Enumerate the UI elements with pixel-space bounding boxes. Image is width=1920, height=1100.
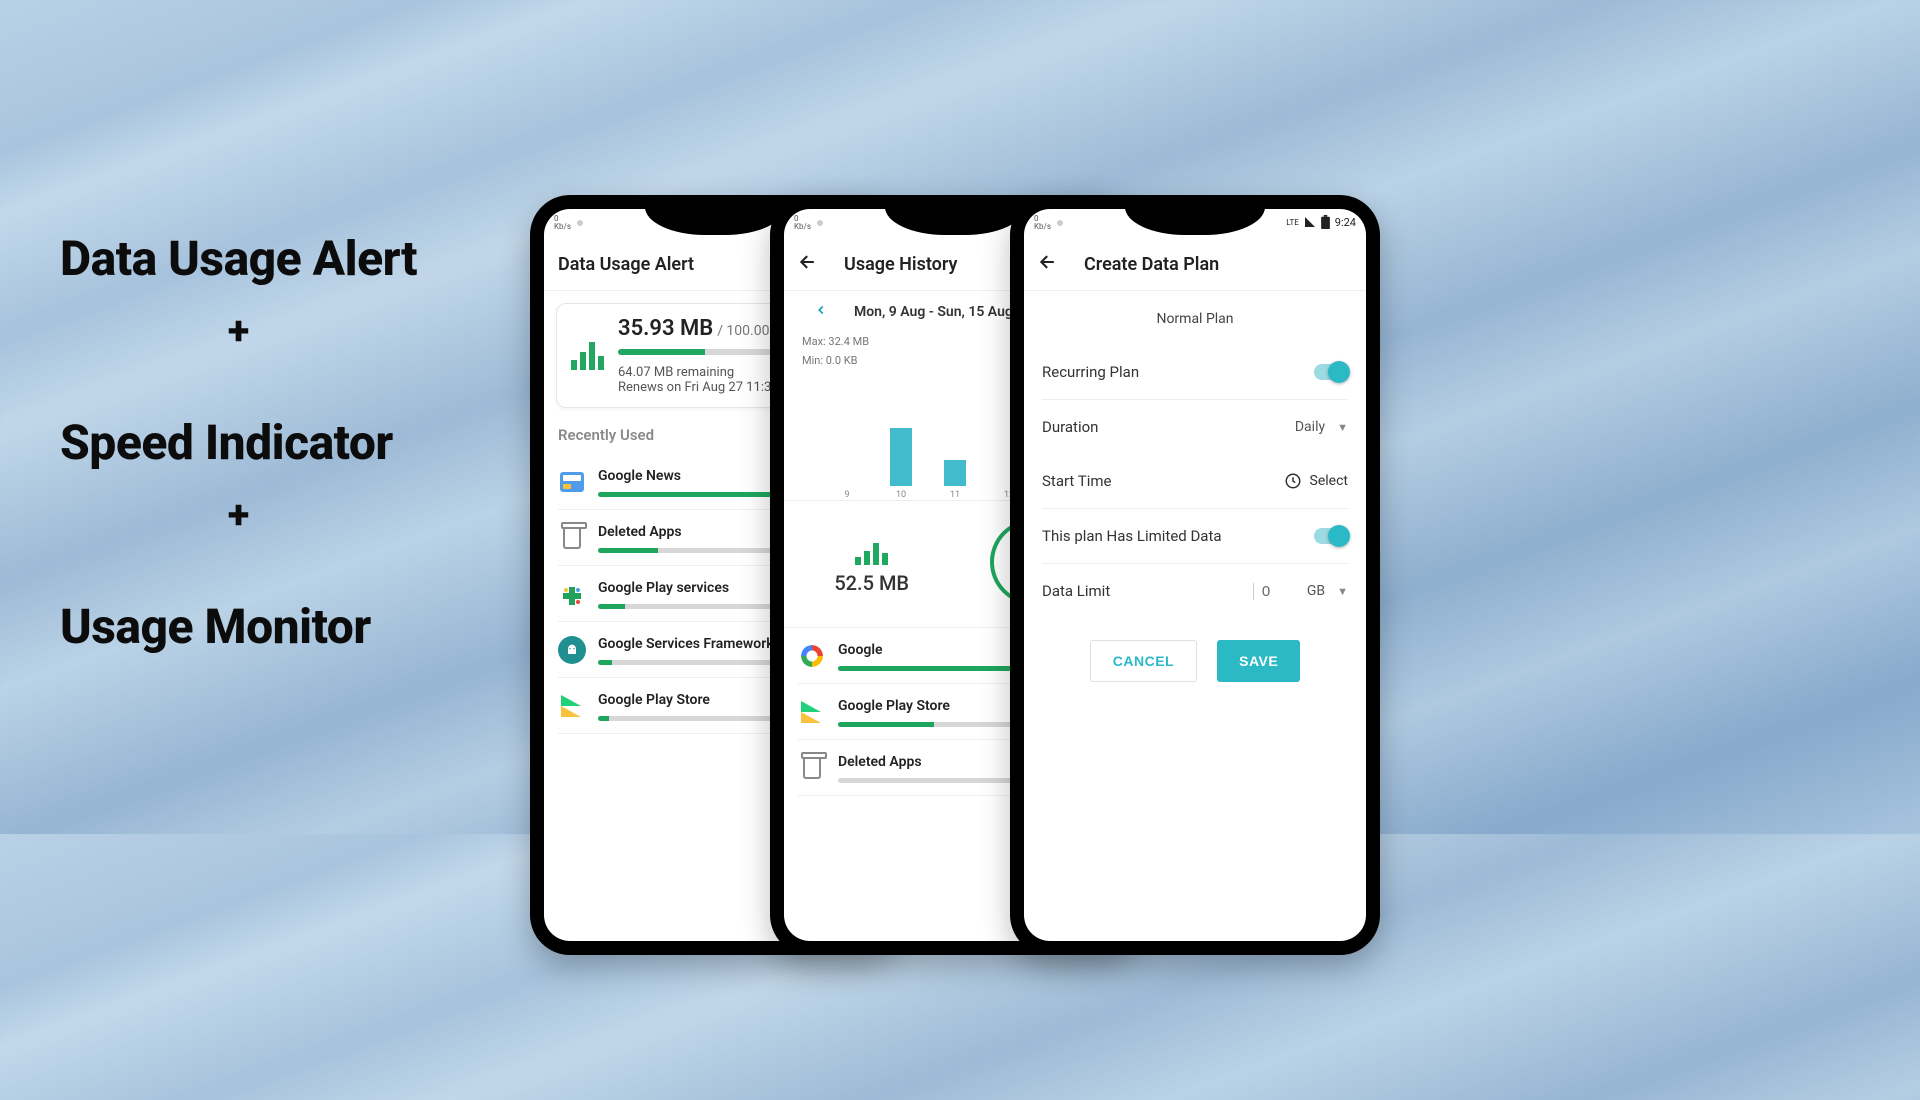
prev-week-button[interactable] (798, 301, 844, 322)
trash-icon (803, 757, 821, 779)
chart-bar: 11 (939, 460, 971, 500)
marketing-line2: Speed Indicator (60, 414, 417, 471)
app-bar: Create Data Plan (1024, 239, 1366, 291)
plus-icon: + (60, 307, 417, 354)
limited-data-label: This plan Has Limited Data (1042, 527, 1222, 545)
recurring-toggle[interactable] (1314, 364, 1348, 380)
duration-dropdown[interactable]: Daily ▼ (1295, 419, 1348, 435)
phone-create-data-plan: 0Kb/s LTE 9:24 Create Data Plan Norm (1010, 195, 1380, 955)
play-store-icon (801, 701, 823, 723)
data-limit-input[interactable] (1253, 583, 1293, 600)
signal-icon (1304, 216, 1316, 228)
battery-icon (1321, 215, 1330, 229)
back-button[interactable] (1038, 252, 1058, 277)
back-button[interactable] (798, 252, 818, 277)
speed-indicator: 0Kb/s (794, 215, 811, 231)
limited-data-toggle[interactable] (1314, 528, 1348, 544)
status-dot-icon (817, 220, 823, 226)
signal-bars-icon (855, 529, 888, 565)
chart-bar: 9 (831, 486, 863, 500)
start-time-label: Start Time (1042, 472, 1111, 490)
clock-icon (1284, 472, 1302, 490)
page-title: Create Data Plan (1084, 254, 1219, 275)
duration-label: Duration (1042, 418, 1098, 436)
total-usage-value: 52.5 MB (834, 571, 909, 595)
speed-indicator: 0 Kb/s (554, 215, 571, 231)
caret-down-icon: ▼ (1337, 421, 1348, 434)
trash-icon (563, 527, 581, 549)
clock: 9:24 (1335, 216, 1356, 229)
plan-subtitle: Normal Plan (1042, 305, 1348, 345)
recurring-label: Recurring Plan (1042, 363, 1139, 381)
puzzle-icon (560, 582, 584, 606)
data-limit-unit-dropdown[interactable]: GB ▼ (1307, 583, 1348, 599)
signal-bars-icon (571, 334, 604, 370)
current-usage: 35.93 MB (618, 316, 713, 341)
start-time-button[interactable]: Select (1284, 472, 1348, 490)
marketing-line1: Data Usage Alert (60, 230, 417, 287)
android-icon (558, 636, 586, 664)
google-icon (801, 645, 823, 667)
data-limit-label: Data Limit (1042, 582, 1110, 600)
speed-indicator: 0Kb/s (1034, 215, 1051, 231)
page-title: Data Usage Alert (558, 254, 694, 275)
marketing-copy: Data Usage Alert + Speed Indicator + Usa… (60, 230, 417, 655)
plus-icon: + (60, 491, 417, 538)
chart-bar: 10 (885, 428, 917, 500)
caret-down-icon: ▼ (1337, 585, 1348, 598)
network-lte-label: LTE (1286, 218, 1299, 227)
status-dot-icon (1057, 220, 1063, 226)
save-button[interactable]: SAVE (1217, 640, 1300, 682)
news-icon (560, 472, 584, 492)
cancel-button[interactable]: CANCEL (1090, 640, 1197, 682)
date-range-text: Mon, 9 Aug - Sun, 15 Aug (854, 304, 1013, 320)
page-title: Usage History (844, 254, 957, 275)
play-store-icon (561, 695, 583, 717)
status-dot-icon (577, 220, 583, 226)
marketing-line3: Usage Monitor (60, 598, 417, 655)
